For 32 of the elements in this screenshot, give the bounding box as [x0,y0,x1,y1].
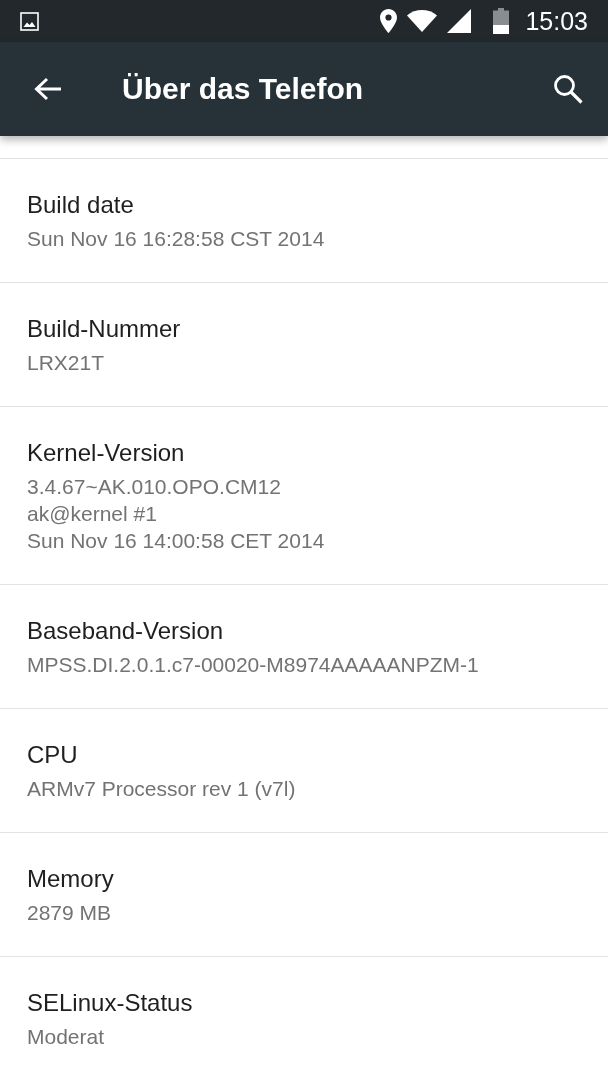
row-summary: 3.4.67~AK.010.OPO.CM12 [27,474,282,500]
row-summary: LRX21T [27,350,106,376]
row-summary: Sun Nov 16 14:00:58 CET 2014 [27,528,326,554]
row-title: Baseband-Version [27,616,225,646]
row-title: Build-Nummer [27,314,182,344]
row-summary: Moderat [27,1024,106,1050]
battery-icon [493,8,510,34]
settings-row[interactable]: SELinux-Status Moderat [0,957,608,1080]
settings-row[interactable]: Kernel-Version 3.4.67~AK.010.OPO.CM12 ak@kernel #1 Sun Nov 16 14:00:58 CET 2014 [0,407,608,585]
image-icon [20,11,39,31]
row-title: Kernel-Version [27,438,186,468]
signal-icon [447,9,472,33]
row-summary: ARMv7 Processor rev 1 (v7l) [27,776,297,802]
screen-title: Über das Telefon [122,74,365,104]
search-icon [553,74,583,104]
row-summary: MPSS.DI.2.0.1.c7-00020-M8974AAAAANPZM-1 [27,652,480,678]
row-title: CPU [27,740,79,770]
row-summary: ak@kernel #1 [27,501,158,527]
row-summary: Sun Nov 16 16:28:58 CST 2014 [27,226,326,252]
back-arrow-icon [34,77,62,101]
settings-row[interactable]: CPU ARMv7 Processor rev 1 (v7l) [0,709,608,833]
location-pin-icon [380,9,398,33]
row-title: Memory [27,864,115,894]
settings-row[interactable]: Baseband-Version MPSS.DI.2.0.1.c7-00020-M8974AAAAANPZM-1 [0,585,608,709]
settings-row[interactable]: Build-Nummer LRX21T [0,283,608,407]
settings-row[interactable]: Memory 2879 MB [0,833,608,957]
status-time: 15:03 [525,8,588,34]
row-title: Build date [27,190,135,220]
wifi-icon [407,10,438,32]
row-title: SELinux-Status [27,988,194,1018]
row-summary: 2879 MB [27,900,113,926]
settings-row[interactable]: Build date Sun Nov 16 16:28:58 CST 2014 [0,159,608,283]
